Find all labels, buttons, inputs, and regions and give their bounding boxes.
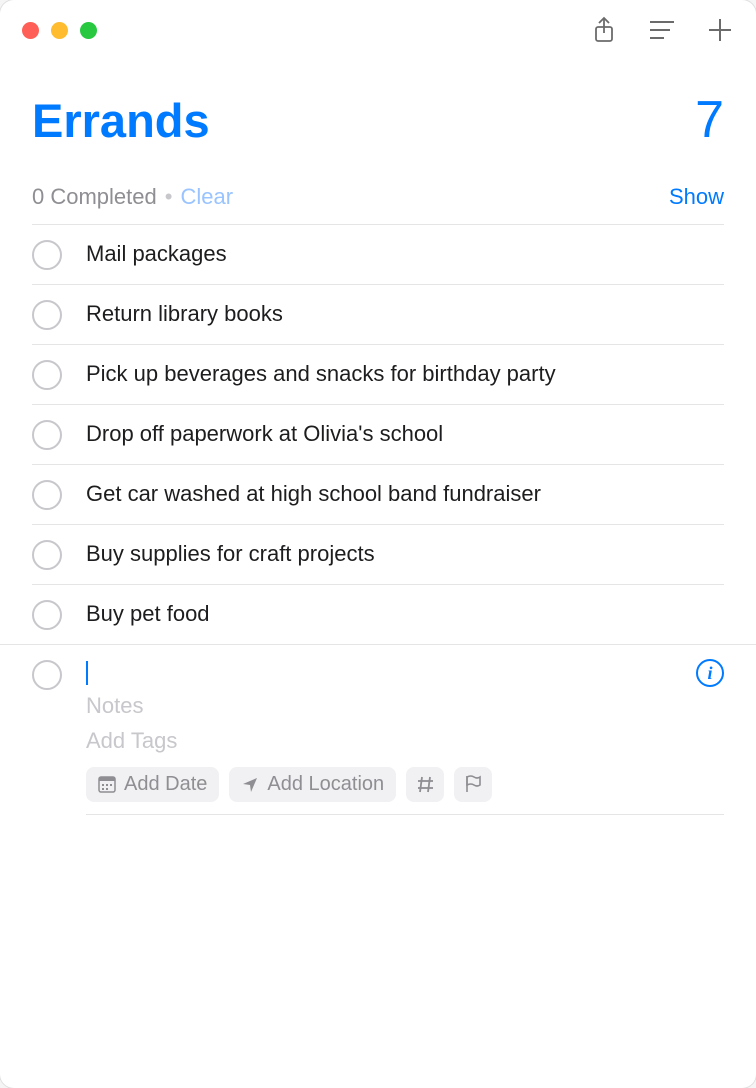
reminder-text: Pick up beverages and snacks for birthda…	[86, 359, 724, 390]
reminder-checkbox[interactable]	[32, 480, 62, 510]
reminder-text: Buy pet food	[86, 599, 724, 630]
completed-info: 0 Completed • Clear	[32, 184, 233, 210]
reminder-checkbox[interactable]	[32, 300, 62, 330]
add-date-button[interactable]: Add Date	[86, 767, 219, 802]
close-window-button[interactable]	[22, 22, 39, 39]
flag-icon	[464, 775, 482, 793]
reminder-item[interactable]: Buy pet food	[32, 584, 724, 644]
reminder-checkbox[interactable]	[32, 600, 62, 630]
show-button[interactable]: Show	[669, 184, 724, 210]
add-date-label: Add Date	[124, 773, 207, 796]
add-location-label: Add Location	[267, 773, 384, 796]
reminders-window: Errands 7 0 Completed • Clear Show Mail …	[0, 0, 756, 1088]
reminder-item[interactable]: Mail packages	[32, 224, 724, 284]
reminder-item[interactable]: Pick up beverages and snacks for birthda…	[32, 344, 724, 404]
add-tag-button[interactable]	[406, 767, 444, 802]
reminder-text: Return library books	[86, 299, 724, 330]
reminder-item[interactable]: Drop off paperwork at Olivia's school	[32, 404, 724, 464]
reminders-list: Mail packages Return library books Pick …	[0, 224, 756, 644]
text-cursor	[86, 661, 88, 685]
list-header: Errands 7	[0, 60, 756, 160]
calendar-icon	[98, 775, 116, 793]
quick-actions: Add Date Add Location	[86, 767, 724, 815]
new-reminder-title-input[interactable]	[86, 661, 88, 685]
reminder-text: Buy supplies for craft projects	[86, 539, 724, 570]
titlebar	[0, 0, 756, 60]
minimize-window-button[interactable]	[51, 22, 68, 39]
maximize-window-button[interactable]	[80, 22, 97, 39]
reminder-checkbox[interactable]	[32, 420, 62, 450]
share-icon[interactable]	[590, 16, 618, 44]
reminder-item[interactable]: Return library books	[32, 284, 724, 344]
list-count: 7	[695, 90, 724, 150]
separator: •	[165, 184, 173, 210]
reminder-checkbox[interactable]	[32, 540, 62, 570]
reminder-item[interactable]: Get car washed at high school band fundr…	[32, 464, 724, 524]
subheader: 0 Completed • Clear Show	[0, 160, 756, 224]
info-icon[interactable]: i	[696, 659, 724, 687]
reminder-item[interactable]: Buy supplies for craft projects	[32, 524, 724, 584]
reminder-text: Mail packages	[86, 239, 724, 270]
notes-input[interactable]: Notes	[86, 691, 724, 722]
add-location-button[interactable]: Add Location	[229, 767, 396, 802]
tags-input[interactable]: Add Tags	[86, 726, 724, 757]
view-options-icon[interactable]	[648, 16, 676, 44]
window-controls	[22, 22, 97, 39]
list-title: Errands	[32, 93, 210, 148]
location-arrow-icon	[241, 775, 259, 793]
reminder-checkbox[interactable]	[32, 660, 62, 690]
reminder-checkbox[interactable]	[32, 360, 62, 390]
add-flag-button[interactable]	[454, 767, 492, 802]
reminder-checkbox[interactable]	[32, 240, 62, 270]
reminder-text: Get car washed at high school band fundr…	[86, 479, 724, 510]
clear-button[interactable]: Clear	[180, 184, 233, 210]
completed-count: 0 Completed	[32, 184, 157, 210]
add-reminder-icon[interactable]	[706, 16, 734, 44]
hash-icon	[416, 775, 434, 793]
reminder-text: Drop off paperwork at Olivia's school	[86, 419, 724, 450]
toolbar-actions	[590, 16, 734, 44]
new-reminder-row: i Notes Add Tags	[0, 644, 756, 815]
